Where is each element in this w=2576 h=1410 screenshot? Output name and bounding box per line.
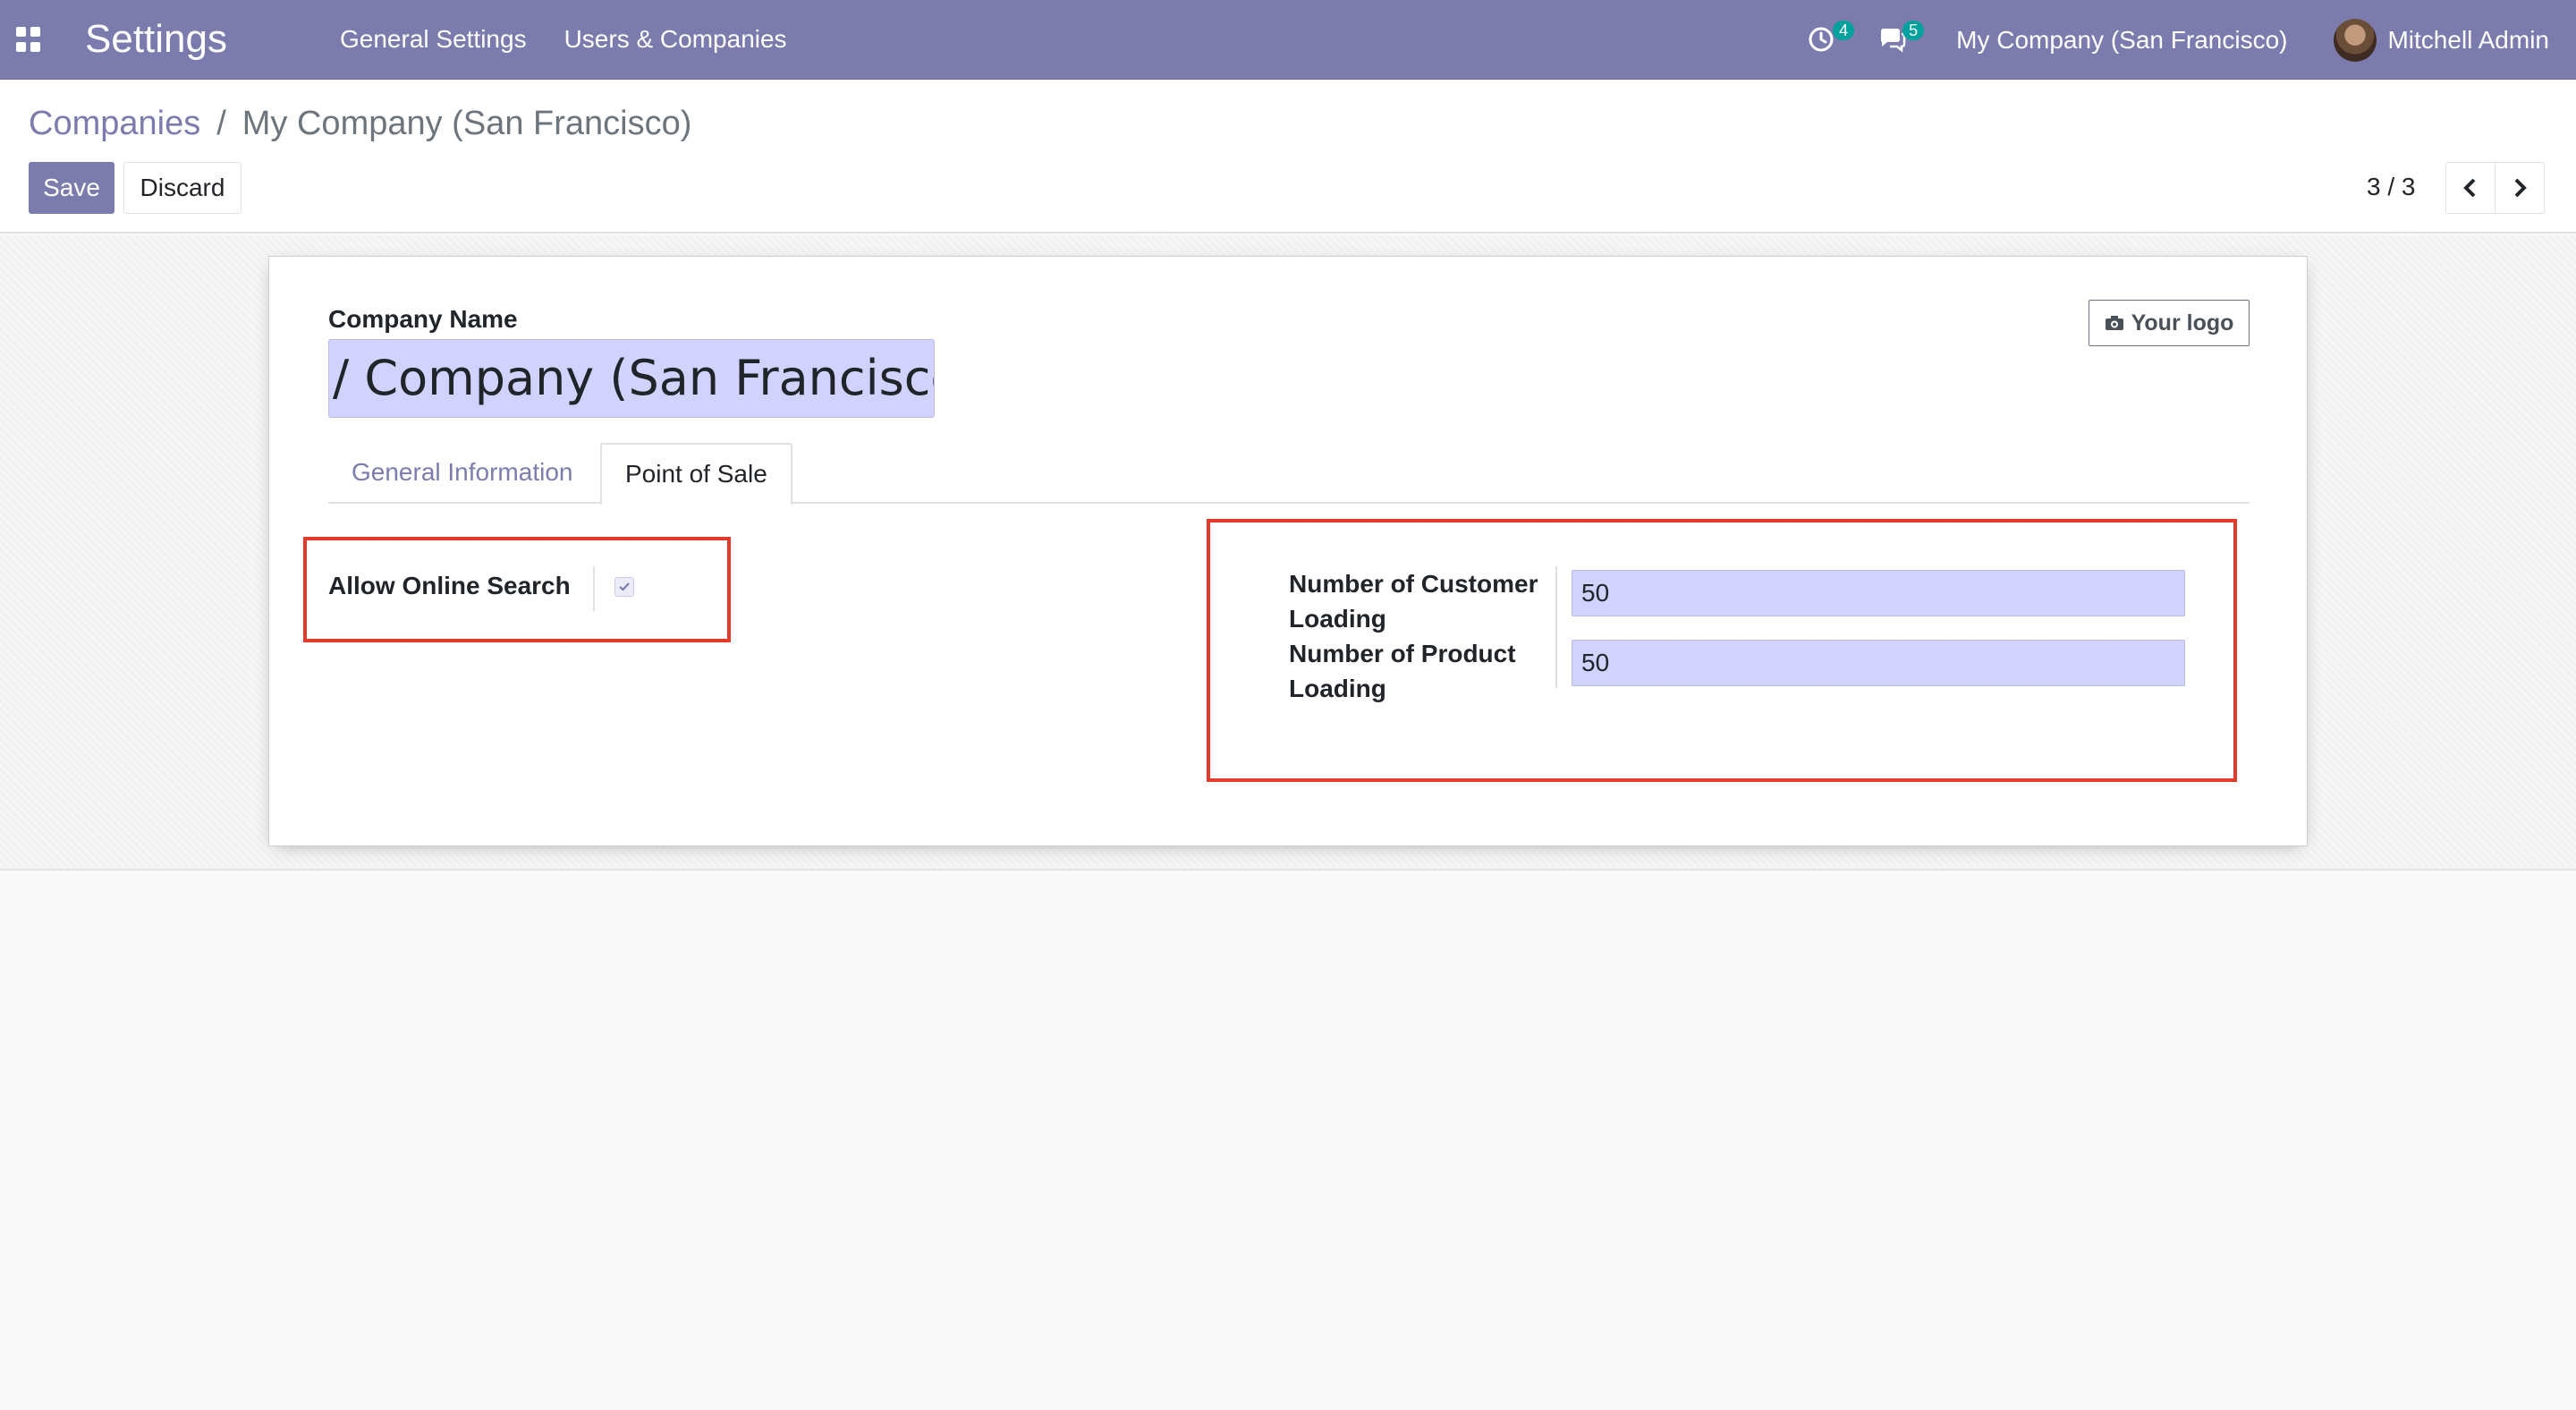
customer-loading-label: Number of Customer Loading <box>1289 570 1538 633</box>
notebook-tabs: General Information Point of Sale <box>328 443 2250 505</box>
product-loading-label: Number of Product Loading <box>1289 640 1516 702</box>
messages-button[interactable]: 5 <box>1877 20 1925 58</box>
camera-icon <box>2105 316 2123 330</box>
check-icon <box>619 582 630 591</box>
breadcrumb-companies[interactable]: Companies <box>29 103 200 144</box>
chevron-left-icon <box>2463 178 2476 198</box>
company-name-input[interactable]: / Company (San Francisco) <box>328 339 935 418</box>
customer-loading-input[interactable]: 50 <box>1572 570 2185 616</box>
allow-online-search-label: Allow Online Search <box>328 572 571 599</box>
company-name-label: Company Name <box>328 305 518 333</box>
pager-next-button[interactable] <box>2495 162 2545 214</box>
field-separator <box>1555 566 1557 688</box>
logo-button-label: Your logo <box>2131 310 2234 336</box>
save-button[interactable]: Save <box>29 162 114 214</box>
menu-users-companies[interactable]: Users & Companies <box>564 25 787 54</box>
product-loading-input[interactable]: 50 <box>1572 640 2185 686</box>
company-switcher[interactable]: My Company (San Francisco) <box>1956 26 2287 55</box>
pager-previous-button[interactable] <box>2445 162 2496 214</box>
field-separator <box>593 566 595 611</box>
company-name-value: / Company (San Francisco) <box>333 350 935 406</box>
pager-value[interactable]: 3 / 3 <box>2367 173 2415 201</box>
control-panel: Companies / My Company (San Francisco) S… <box>0 80 2576 234</box>
menu-general-settings[interactable]: General Settings <box>340 25 527 54</box>
discard-button[interactable]: Discard <box>123 162 242 214</box>
user-menu[interactable]: Mitchell Admin <box>2387 26 2549 55</box>
clock-icon <box>1809 27 1834 51</box>
allow-online-search-checkbox[interactable] <box>614 577 634 597</box>
systray: 4 5 My Company (San Francisco) Mitchell … <box>1808 0 2576 80</box>
logo-upload-button[interactable]: Your logo <box>2089 300 2250 346</box>
tab-general-information[interactable]: General Information <box>328 443 596 504</box>
app-title[interactable]: Settings <box>85 16 227 63</box>
chevron-right-icon <box>2514 178 2527 198</box>
user-avatar[interactable] <box>2334 18 2377 62</box>
top-navbar: Settings General Settings Users & Compan… <box>0 0 2576 80</box>
activity-button[interactable]: 4 <box>1808 20 1855 58</box>
activity-count-badge: 4 <box>1833 20 1855 40</box>
tab-point-of-sale[interactable]: Point of Sale <box>600 443 792 505</box>
breadcrumb-current: My Company (San Francisco) <box>242 105 692 142</box>
apps-menu-icon[interactable] <box>16 27 41 52</box>
form-sheet: Company Name / Company (San Francisco) Y… <box>268 256 2308 846</box>
breadcrumb-separator: / <box>216 105 226 142</box>
message-count-badge: 5 <box>1902 20 1925 40</box>
breadcrumb: Companies / My Company (San Francisco) <box>29 103 691 144</box>
main-menu: General Settings Users & Companies <box>340 25 787 54</box>
